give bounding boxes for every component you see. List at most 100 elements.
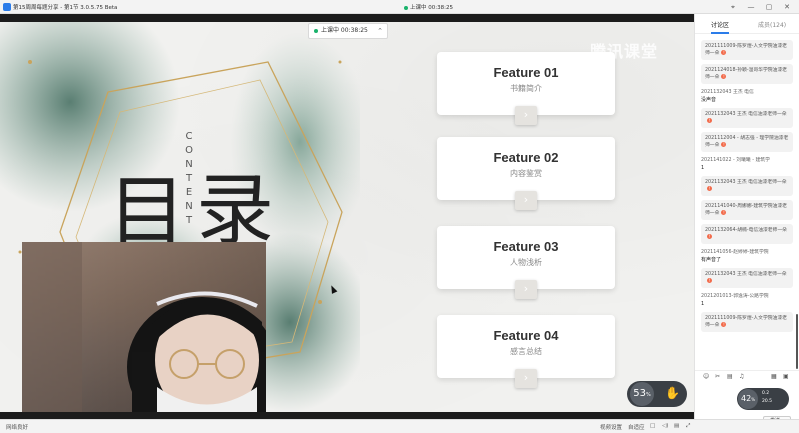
- chat-message-bubble: 2021132043 王杰 电信油漆老师一朵!: [701, 108, 793, 128]
- chevron-right-icon[interactable]: ›: [515, 280, 537, 299]
- feature-subtitle: 感言总结: [510, 347, 542, 356]
- grid-icon[interactable]: ▦: [771, 373, 777, 380]
- feature-card-2[interactable]: Feature 02 内容鉴赏 ›: [437, 137, 615, 210]
- class-timer-pill[interactable]: 上课中 00:38:25 ⌃: [308, 23, 388, 39]
- image-icon[interactable]: ▤: [727, 373, 733, 380]
- speed-number: 42: [741, 394, 752, 403]
- maximize-button[interactable]: ▢: [764, 2, 774, 12]
- minimize-button[interactable]: —: [746, 2, 756, 12]
- webcam-person: [22, 242, 266, 412]
- window-icon[interactable]: □: [650, 423, 655, 429]
- chat-message-text: 2021132064-胡楠-电信油漆老师一朵: [705, 228, 787, 233]
- chat-message-text: 2021111009-陈罗煜-人文学院油漆老师一朵: [705, 316, 787, 328]
- vertical-letter: O: [185, 145, 193, 156]
- feature-title: Feature 04: [493, 328, 559, 343]
- bottom-letterbox: [0, 412, 694, 419]
- network-speed-widget: 42% 0.2 20.5: [737, 388, 789, 410]
- emoji-icon[interactable]: ☺: [703, 373, 709, 380]
- chat-sender-name: 2021201013-郭逸涛-公路学院: [701, 294, 769, 299]
- raise-hand-icon[interactable]: ✋: [665, 386, 680, 400]
- alert-icon: !: [707, 278, 712, 283]
- chat-message-bubble: 2021124018-孙颖-温哥华学院油漆老师一朵!: [701, 64, 793, 84]
- chevron-right-icon[interactable]: ›: [515, 369, 537, 388]
- screenshot-icon[interactable]: ▣: [783, 373, 789, 380]
- chat-sender-name: 2021141056-赵婷婷-建筑学院: [701, 250, 769, 255]
- count-circle: 53%: [630, 382, 654, 406]
- tab-indicator: [711, 32, 729, 34]
- chat-message-text: 2021124018-孙颖-温哥华学院油漆老师一朵: [705, 68, 787, 80]
- speed-unit: %: [751, 397, 755, 402]
- class-status-text: 上课中 00:38:25: [410, 5, 453, 11]
- tab-members[interactable]: 成员(124): [758, 20, 786, 29]
- big-char-mu: 目: [108, 168, 187, 258]
- chat-message-bubble: 2021111009-陈罗煜-人文学院油漆老师一朵!: [701, 40, 793, 60]
- chat-message-text: 2021132043 王杰 电信油漆老师一朵: [705, 180, 787, 185]
- fullscreen-icon[interactable]: ⤢: [686, 423, 690, 430]
- panel-tabs: 讨论区 成员(124): [695, 14, 799, 34]
- speed-circle: 42%: [738, 389, 758, 409]
- alert-icon: !: [721, 210, 727, 215]
- feature-card-4[interactable]: Feature 04 感言总结 ›: [437, 315, 615, 388]
- network-status: 网络良好: [6, 425, 29, 431]
- chat-message-text: 1: [701, 165, 705, 171]
- scissors-icon[interactable]: ✂: [715, 373, 720, 380]
- chat-sender-name: 2021132043 王杰 电信: [701, 90, 754, 95]
- volume-icon[interactable]: ◁): [662, 423, 668, 429]
- chat-list[interactable]: 2021111009-陈罗煜-人文学院油漆老师一朵! 2021124018-孙颖-…: [695, 36, 799, 376]
- chat-message-bubble: 2021112004 - 胡志强 - 理学院油漆老师一朵!: [701, 132, 793, 152]
- chat-message-bubble: 2021132064-胡楠-电信油漆老师一朵!: [701, 224, 793, 244]
- window-title: 第15周周每题分享 - 第1节 3.0.5.75 Beta: [13, 5, 118, 11]
- big-char-lu: 录: [196, 166, 275, 256]
- raise-hand-widget[interactable]: 53% ✋: [627, 381, 687, 407]
- download-speed: 20.5: [762, 399, 773, 404]
- feature-card-1[interactable]: Feature 01 书籍简介 ›: [437, 52, 615, 125]
- chat-message-bubble: 2021132043 王杰 电信油漆老师一朵!: [701, 176, 793, 196]
- alert-icon: !: [707, 186, 712, 191]
- layout-icon[interactable]: ▤: [674, 423, 679, 429]
- tab-discussion[interactable]: 讨论区: [711, 20, 729, 29]
- feature-subtitle: 书籍简介: [510, 84, 542, 93]
- chat-message-bubble: 2021132043 王杰 电信油漆老师一朵!: [701, 268, 793, 288]
- audio-icon[interactable]: ♫: [739, 373, 744, 380]
- chat-message-text: 2021111009-陈罗煜-人文学院油漆老师一朵: [705, 44, 787, 56]
- class-timer-text: 上课中 00:38:25: [321, 27, 368, 34]
- live-dot-icon: [314, 28, 318, 33]
- feature-title: Feature 01: [493, 65, 559, 80]
- chat-toolbar: ☺ ✂ ▤ ♫ ▦ ▣: [695, 370, 799, 382]
- video-settings-button[interactable]: 视频设置: [600, 423, 622, 431]
- chat-sender-name: 2021141022 - 刘曦曦 - 建筑学: [701, 158, 770, 163]
- count-unit: %: [645, 392, 651, 398]
- chevron-right-icon[interactable]: ›: [515, 191, 537, 210]
- status-bar: 网络良好 视频设置 自适应 □ ◁) ▤ ⤢: [0, 419, 799, 433]
- app-logo-icon: [3, 3, 11, 11]
- feature-title: Feature 03: [493, 239, 559, 254]
- alert-icon: !: [721, 142, 727, 147]
- teacher-webcam[interactable]: [22, 242, 266, 412]
- fit-button[interactable]: 自适应: [628, 423, 645, 431]
- chat-message-bubble: 2021111009-陈罗煜-人文学院油漆老师一朵!: [701, 312, 793, 332]
- chat-message-text: 2021132043 王杰 电信油漆老师一朵: [705, 112, 787, 117]
- feature-title: Feature 02: [493, 150, 559, 165]
- upload-speed: 0.2: [762, 391, 770, 396]
- alert-icon: !: [707, 234, 712, 239]
- title-bar: 第15周周每题分享 - 第1节 3.0.5.75 Beta 上课中 00:38:…: [0, 0, 799, 14]
- alert-icon: !: [721, 74, 727, 79]
- vertical-letter: C: [185, 131, 193, 142]
- pin-icon[interactable]: ⌖: [728, 2, 738, 12]
- feature-subtitle: 人物浅析: [510, 258, 542, 267]
- count-number: 53: [633, 388, 646, 399]
- chat-message-text: 2021112004 - 胡志强 - 理学院油漆老师一朵: [705, 136, 789, 148]
- chevron-right-icon[interactable]: ›: [515, 106, 537, 125]
- chat-scrollbar[interactable]: [796, 314, 798, 369]
- chat-message-text: 2021132043 王杰 电信油漆老师一朵: [705, 272, 787, 277]
- discussion-panel: 讨论区 成员(124) 2021111009-陈罗煜-人文学院油漆老师一朵! 20…: [694, 14, 799, 426]
- close-button[interactable]: ✕: [782, 2, 792, 12]
- alert-icon: !: [721, 322, 727, 327]
- class-status: 上课中 00:38:25: [404, 3, 453, 11]
- live-dot-icon: [404, 5, 408, 10]
- chat-message-text: 2021141040-周娜娜-建筑学院油漆老师一朵: [705, 204, 787, 216]
- chat-message-text: 1: [701, 301, 705, 307]
- top-letterbox: [0, 14, 694, 22]
- feature-card-3[interactable]: Feature 03 人物浅析 ›: [437, 226, 615, 299]
- chat-message-bubble: 2021141040-周娜娜-建筑学院油漆老师一朵!: [701, 200, 793, 220]
